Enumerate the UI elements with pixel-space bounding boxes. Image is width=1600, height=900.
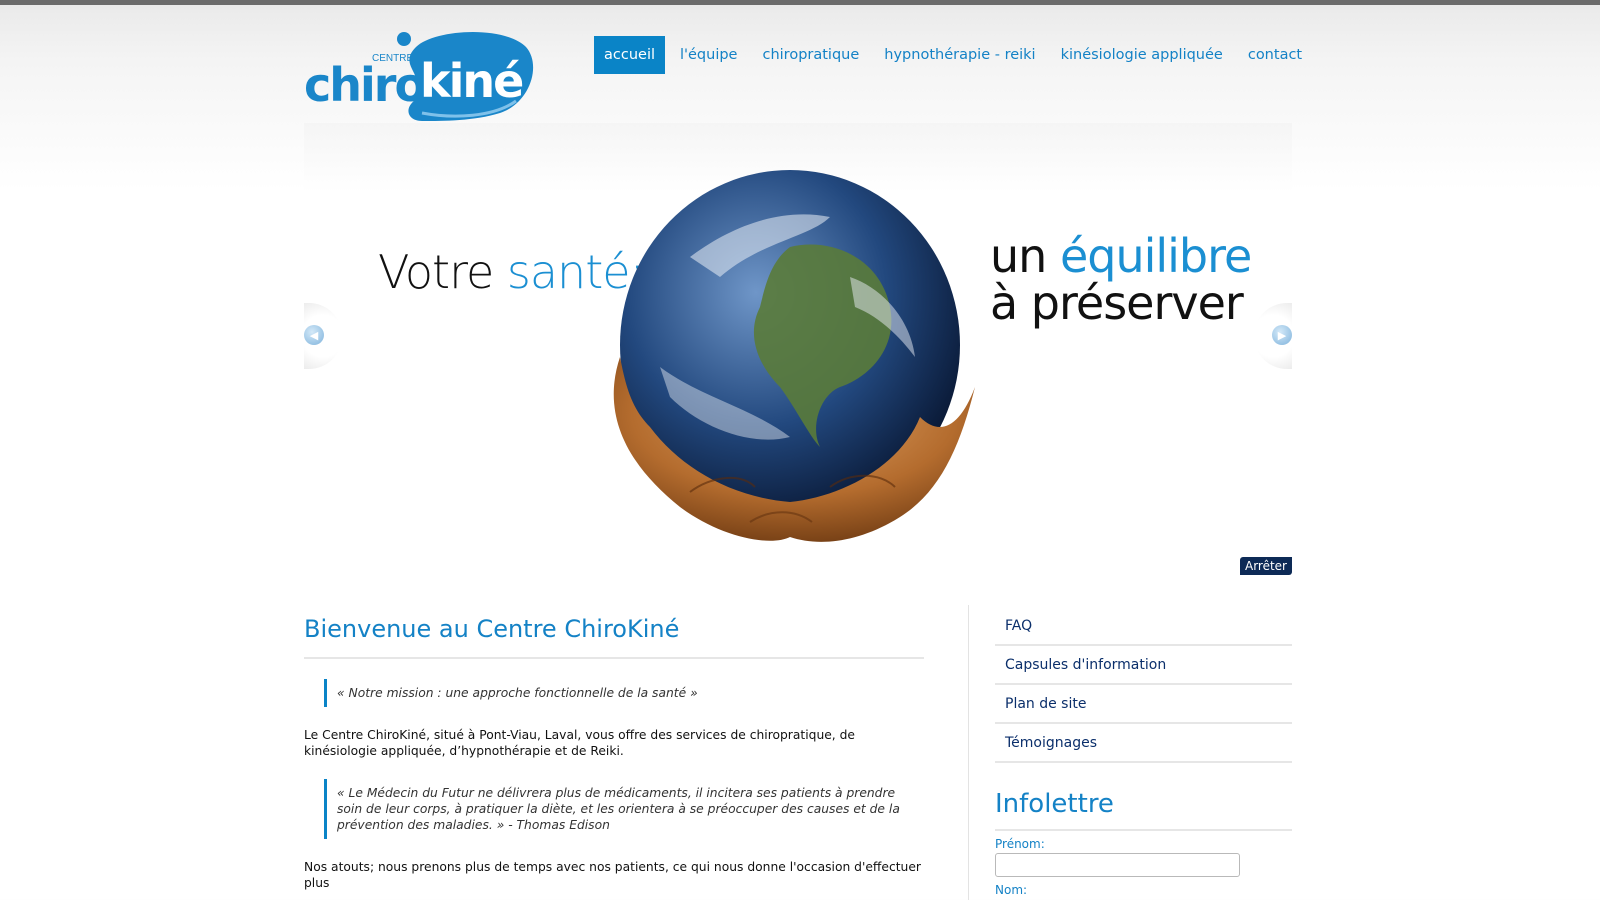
atouts-paragraph: Nos atouts; nous prenons plus de temps a… [304,860,921,890]
tagline-un: un [990,229,1060,283]
intro-paragraph: Le Centre ChiroKiné, situé à Pont-Viau, … [304,728,855,758]
slide-tagline-right: un équilibre à préserver [990,233,1252,330]
nav-chiropratique[interactable]: chiropratique [752,36,869,74]
tagline-equilibre: équilibre [1059,229,1252,283]
sidebar-divider [968,605,969,900]
logo-chiro-text: chiro [304,58,424,112]
slider-next-button[interactable]: ▶ [1254,303,1292,369]
nav-hypnotherapie-reiki[interactable]: hypnothérapie - reiki [874,36,1045,74]
site-logo[interactable]: CENTRE chiro kiné [304,25,534,125]
sidebar-link-plan-de-site[interactable]: Plan de site [995,685,1292,724]
first-name-label: Prénom: [995,837,1045,851]
logo-kine-text: kiné [420,54,522,108]
arrow-right-icon: ▶ [1272,325,1292,345]
arrow-left-icon: ◀ [304,325,324,345]
first-name-input[interactable] [995,853,1240,877]
page-title: Bienvenue au Centre ChiroKiné [304,615,924,659]
sidebar: FAQ Capsules d'information Plan de site … [995,607,1292,897]
main-nav: accueil l'équipe chiropratique hypnothér… [594,36,1317,74]
sidebar-link-faq[interactable]: FAQ [995,607,1292,646]
tagline-votre: Votre [378,245,507,299]
page-wrapper: CENTRE chiro kiné accueil l'équipe chiro… [304,5,1302,900]
nav-accueil[interactable]: accueil [594,36,665,74]
mission-quote: « Notre mission : une approche fonctionn… [324,679,924,707]
globe-in-hands-image [613,170,975,542]
sidebar-link-temoignages[interactable]: Témoignages [995,724,1292,763]
tagline-line-2: à préserver [990,276,1244,330]
sidebar-link-capsules[interactable]: Capsules d'information [995,646,1292,685]
nav-kinesiologie[interactable]: kinésiologie appliquée [1051,36,1233,74]
newsletter-title: Infolettre [995,789,1292,831]
slider-prev-button[interactable]: ◀ [304,303,342,369]
hero-slider: Votre santé: un équilibre à préserver ◀ … [304,123,1292,579]
main-content: Bienvenue au Centre ChiroKiné « Notre mi… [304,615,924,891]
tagline-line-1: un équilibre [990,233,1252,280]
nav-equipe[interactable]: l'équipe [670,36,747,74]
nav-contact[interactable]: contact [1238,36,1312,74]
last-name-label: Nom: [995,883,1028,897]
slider-stop-button[interactable]: Arrêter [1239,557,1292,575]
edison-quote: « Le Médecin du Futur ne délivrera plus … [324,779,924,839]
